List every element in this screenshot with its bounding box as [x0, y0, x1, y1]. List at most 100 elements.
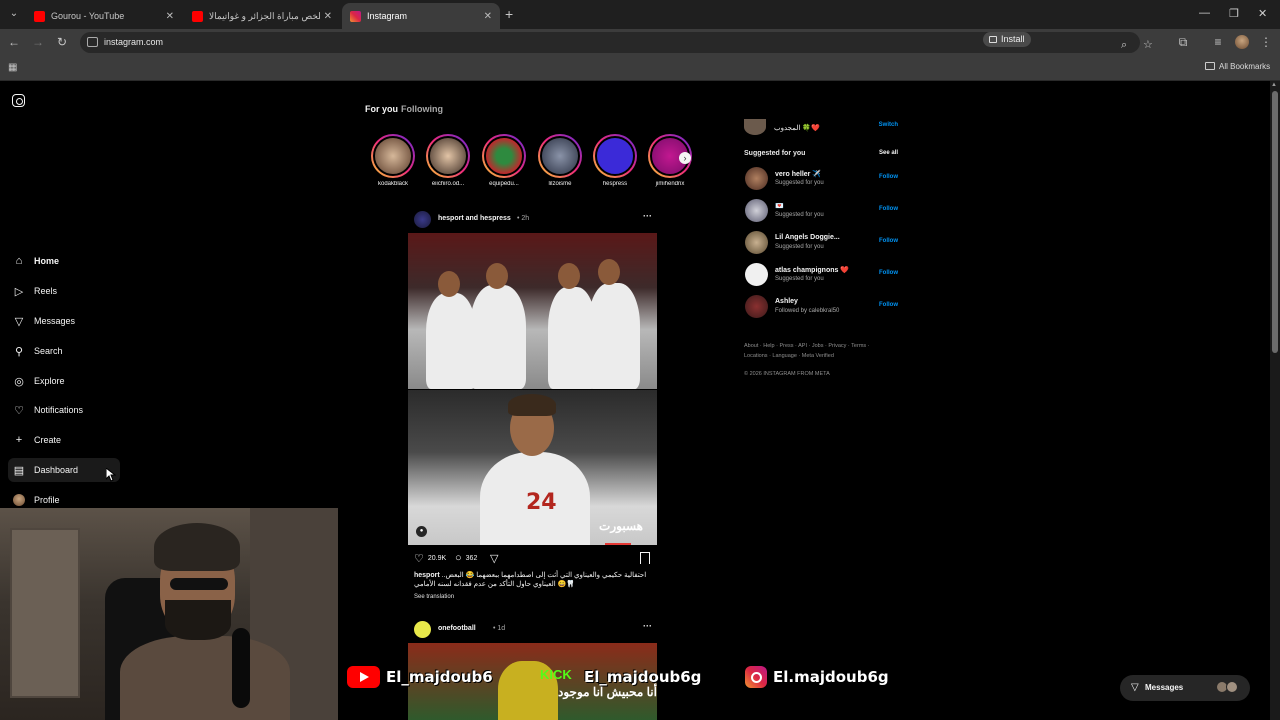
browser-tab-youtube[interactable]: Gourou - YouTube ✕ [26, 3, 182, 29]
reload-icon[interactable]: ↻ [54, 35, 70, 49]
apps-grid-icon[interactable]: ▦ [8, 62, 17, 73]
story-item[interactable]: equipedu... [480, 134, 528, 187]
media-control-icon[interactable]: ≡ [1210, 35, 1226, 49]
suggestion-name[interactable]: Ashley [775, 298, 798, 305]
comment-action[interactable]: ○ 362 [455, 552, 477, 564]
image-watermark: هسبورت [599, 519, 643, 533]
close-icon[interactable]: ✕ [324, 11, 332, 22]
close-window-icon[interactable]: ✕ [1258, 7, 1267, 20]
nav-explore[interactable]: ◎ Explore [8, 369, 120, 393]
chevron-right-icon[interactable]: › [679, 152, 691, 164]
minimize-icon[interactable]: — [1199, 7, 1210, 19]
story-ring [426, 134, 470, 178]
nav-messages[interactable]: ▽ Messages [8, 309, 120, 333]
more-options-icon[interactable]: ··· [643, 211, 652, 221]
follow-button[interactable]: Follow [879, 302, 898, 308]
bookmark-icon[interactable] [640, 552, 650, 564]
new-tab-button[interactable]: + [505, 6, 513, 22]
close-icon[interactable]: ✕ [166, 11, 174, 22]
install-icon [989, 36, 997, 43]
avatar[interactable] [414, 621, 431, 638]
kick-handle: El_majdoub6g [584, 668, 702, 686]
bookmark-star-icon[interactable]: ☆ [1143, 38, 1153, 51]
story-avatar [373, 136, 413, 176]
tab-search-button[interactable]: ⌄ [6, 6, 22, 22]
site-info-icon[interactable] [87, 37, 98, 47]
user-tag-icon[interactable]: ● [416, 526, 427, 537]
post-image-player[interactable]: 24 هسبورت ● [408, 390, 657, 545]
story-item[interactable]: kodakblack [369, 134, 417, 187]
suggestion-name[interactable]: 💌 [775, 202, 784, 210]
messages-button[interactable]: ▽ Messages [1120, 675, 1250, 701]
share-icon[interactable]: ▽ [490, 552, 498, 565]
extensions-icon[interactable]: ⧉ [1175, 35, 1191, 50]
story-item[interactable]: hespress [591, 134, 639, 187]
follow-button[interactable]: Follow [879, 270, 898, 276]
see-all-button[interactable]: See all [879, 150, 898, 156]
caption-username[interactable]: hesport [414, 572, 440, 579]
background-door [10, 528, 80, 698]
avatar[interactable] [745, 167, 768, 190]
youtube-icon [34, 10, 45, 22]
nav-dashboard[interactable]: ▤ Dashboard [8, 458, 120, 482]
scroll-up-icon[interactable]: ▲ [1271, 82, 1277, 88]
follow-button[interactable]: Follow [879, 174, 898, 180]
zoom-icon[interactable]: ⌕ [1121, 39, 1127, 52]
player-figure [470, 285, 526, 389]
suggestion-row: 💌 Suggested for you Follow [744, 199, 898, 223]
page-scrollbar[interactable]: ▲ [1270, 81, 1280, 720]
browser-tab-instagram[interactable]: Instagram ✕ [342, 3, 500, 29]
profile-avatar[interactable] [1235, 35, 1249, 49]
story-ring [538, 134, 582, 178]
share-action[interactable]: ▽ [490, 552, 502, 565]
post-author[interactable]: hesport and hespress [438, 215, 511, 222]
nav-reels[interactable]: ▷ Reels [8, 279, 120, 303]
follow-button[interactable]: Follow [879, 238, 898, 244]
switch-account-button[interactable]: Switch [879, 122, 898, 128]
avatar[interactable] [745, 295, 768, 318]
tab-for-you[interactable]: For you [365, 104, 398, 114]
comment-icon[interactable]: ○ [455, 552, 462, 564]
nav-home[interactable]: ⌂ Home [8, 249, 120, 273]
post-author[interactable]: onefootball [438, 625, 476, 632]
footer-links[interactable]: About · Help · Press · API · Jobs · Priv… [744, 341, 894, 361]
avatar[interactable] [744, 119, 766, 135]
suggestion-name[interactable]: Lil Angels Doggie... [775, 234, 840, 241]
suggestion-row: Lil Angels Doggie... Suggested for you F… [744, 231, 898, 255]
tab-title: ملخص مباراة الجزائر و غواتيمالا | ... [209, 10, 320, 21]
address-bar[interactable]: instagram.com [80, 32, 1140, 53]
restore-icon[interactable]: ❐ [1229, 7, 1239, 20]
nav-notifications[interactable]: ♡ Notifications [8, 398, 120, 422]
instagram-logo-icon[interactable] [12, 94, 25, 107]
story-username: kodakblack [377, 181, 409, 187]
story-ring [371, 134, 415, 178]
like-action[interactable]: ♡ 20.9K [414, 552, 446, 565]
install-app-button[interactable]: Install [983, 32, 1031, 47]
scrollbar-thumb[interactable] [1272, 91, 1278, 353]
follow-button[interactable]: Follow [879, 206, 898, 212]
tab-following[interactable]: Following [401, 104, 443, 114]
avatar[interactable] [414, 211, 431, 228]
close-icon[interactable]: ✕ [484, 11, 492, 22]
nav-label: Profile [34, 495, 60, 505]
see-translation-link[interactable]: See translation [414, 594, 454, 600]
more-options-icon[interactable]: ··· [643, 621, 652, 631]
back-icon[interactable]: ← [6, 35, 22, 49]
suggestion-name[interactable]: vero heller ✈️ [775, 170, 821, 178]
all-bookmarks-button[interactable]: All Bookmarks [1205, 62, 1270, 71]
suggestion-name[interactable]: atlas champignons ❤️ [775, 266, 849, 274]
post-image-celebration[interactable] [408, 233, 657, 389]
browser-tab-youtube-2[interactable]: ملخص مباراة الجزائر و غواتيمالا | ... ✕ [184, 3, 340, 29]
avatar[interactable] [745, 263, 768, 286]
menu-icon[interactable]: ⋮ [1258, 35, 1274, 49]
story-item[interactable]: eiichiro.od... [424, 134, 472, 187]
explore-icon: ◎ [14, 375, 24, 388]
avatar[interactable] [745, 199, 768, 222]
forward-icon[interactable]: → [30, 35, 46, 49]
story-item[interactable]: lilzoisme [536, 134, 584, 187]
nav-create[interactable]: + Create [8, 428, 120, 452]
nav-search[interactable]: ⚲ Search [8, 339, 120, 363]
avatar[interactable] [745, 231, 768, 254]
instagram-handle-overlay: El.majdoub6g [745, 666, 889, 688]
heart-icon[interactable]: ♡ [414, 552, 424, 565]
